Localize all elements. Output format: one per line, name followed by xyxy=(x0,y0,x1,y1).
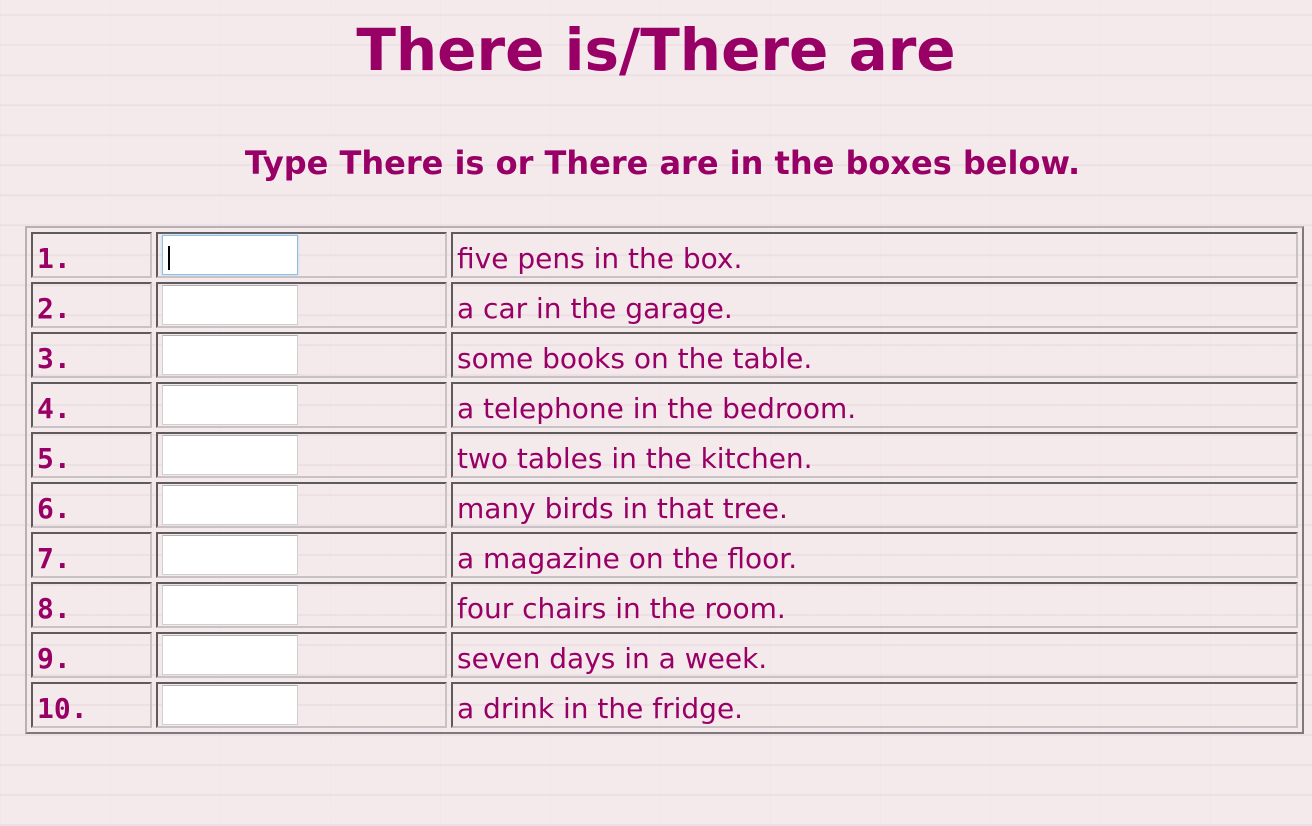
answer-cell xyxy=(156,332,447,378)
table-row: 6. many birds in that tree. xyxy=(31,482,1298,528)
answer-input-3[interactable] xyxy=(162,335,298,375)
row-number: 9. xyxy=(31,632,152,678)
instructions: Type There is or There are in the boxes … xyxy=(244,144,1081,182)
row-number: 4. xyxy=(31,382,152,428)
sentence: a drink in the fridge. xyxy=(451,682,1298,728)
row-number: 10. xyxy=(31,682,152,728)
answer-input-6[interactable] xyxy=(162,485,298,525)
row-number: 7. xyxy=(31,532,152,578)
sentence: two tables in the kitchen. xyxy=(451,432,1298,478)
table-row: 10. a drink in the fridge. xyxy=(31,682,1298,728)
sentence: a telephone in the bedroom. xyxy=(451,382,1298,428)
row-number: 6. xyxy=(31,482,152,528)
answer-input-4[interactable] xyxy=(162,385,298,425)
answer-cell xyxy=(156,632,447,678)
answer-cell xyxy=(156,482,447,528)
row-number: 2. xyxy=(31,282,152,328)
answer-cell xyxy=(156,682,447,728)
sentence: seven days in a week. xyxy=(451,632,1298,678)
answer-input-5[interactable] xyxy=(162,435,298,475)
answer-input-8[interactable] xyxy=(162,585,298,625)
answer-cell xyxy=(156,532,447,578)
exercise-table: 1. five pens in the box. 2. a car in the… xyxy=(25,226,1304,734)
answer-input-1[interactable] xyxy=(162,235,298,275)
answer-cell xyxy=(156,232,447,278)
row-number: 5. xyxy=(31,432,152,478)
page-title: There is/There are xyxy=(356,16,956,84)
sentence: many birds in that tree. xyxy=(451,482,1298,528)
table-row: 8. four chairs in the room. xyxy=(31,582,1298,628)
table-row: 5. two tables in the kitchen. xyxy=(31,432,1298,478)
table-row: 3. some books on the table. xyxy=(31,332,1298,378)
table-row: 7. a magazine on the floor. xyxy=(31,532,1298,578)
sentence: a magazine on the floor. xyxy=(451,532,1298,578)
table-row: 4. a telephone in the bedroom. xyxy=(31,382,1298,428)
row-number: 3. xyxy=(31,332,152,378)
text-caret xyxy=(168,246,170,270)
answer-input-7[interactable] xyxy=(162,535,298,575)
answer-cell xyxy=(156,432,447,478)
table-row: 2. a car in the garage. xyxy=(31,282,1298,328)
answer-input-9[interactable] xyxy=(162,635,298,675)
sentence: four chairs in the room. xyxy=(451,582,1298,628)
sentence: a car in the garage. xyxy=(451,282,1298,328)
answer-cell xyxy=(156,282,447,328)
row-number: 1. xyxy=(31,232,152,278)
sentence: five pens in the box. xyxy=(451,232,1298,278)
answer-input-2[interactable] xyxy=(162,285,298,325)
answer-input-10[interactable] xyxy=(162,685,298,725)
answer-cell xyxy=(156,582,447,628)
table-row: 9. seven days in a week. xyxy=(31,632,1298,678)
answer-cell xyxy=(156,382,447,428)
row-number: 8. xyxy=(31,582,152,628)
sentence: some books on the table. xyxy=(451,332,1298,378)
table-row: 1. five pens in the box. xyxy=(31,232,1298,278)
